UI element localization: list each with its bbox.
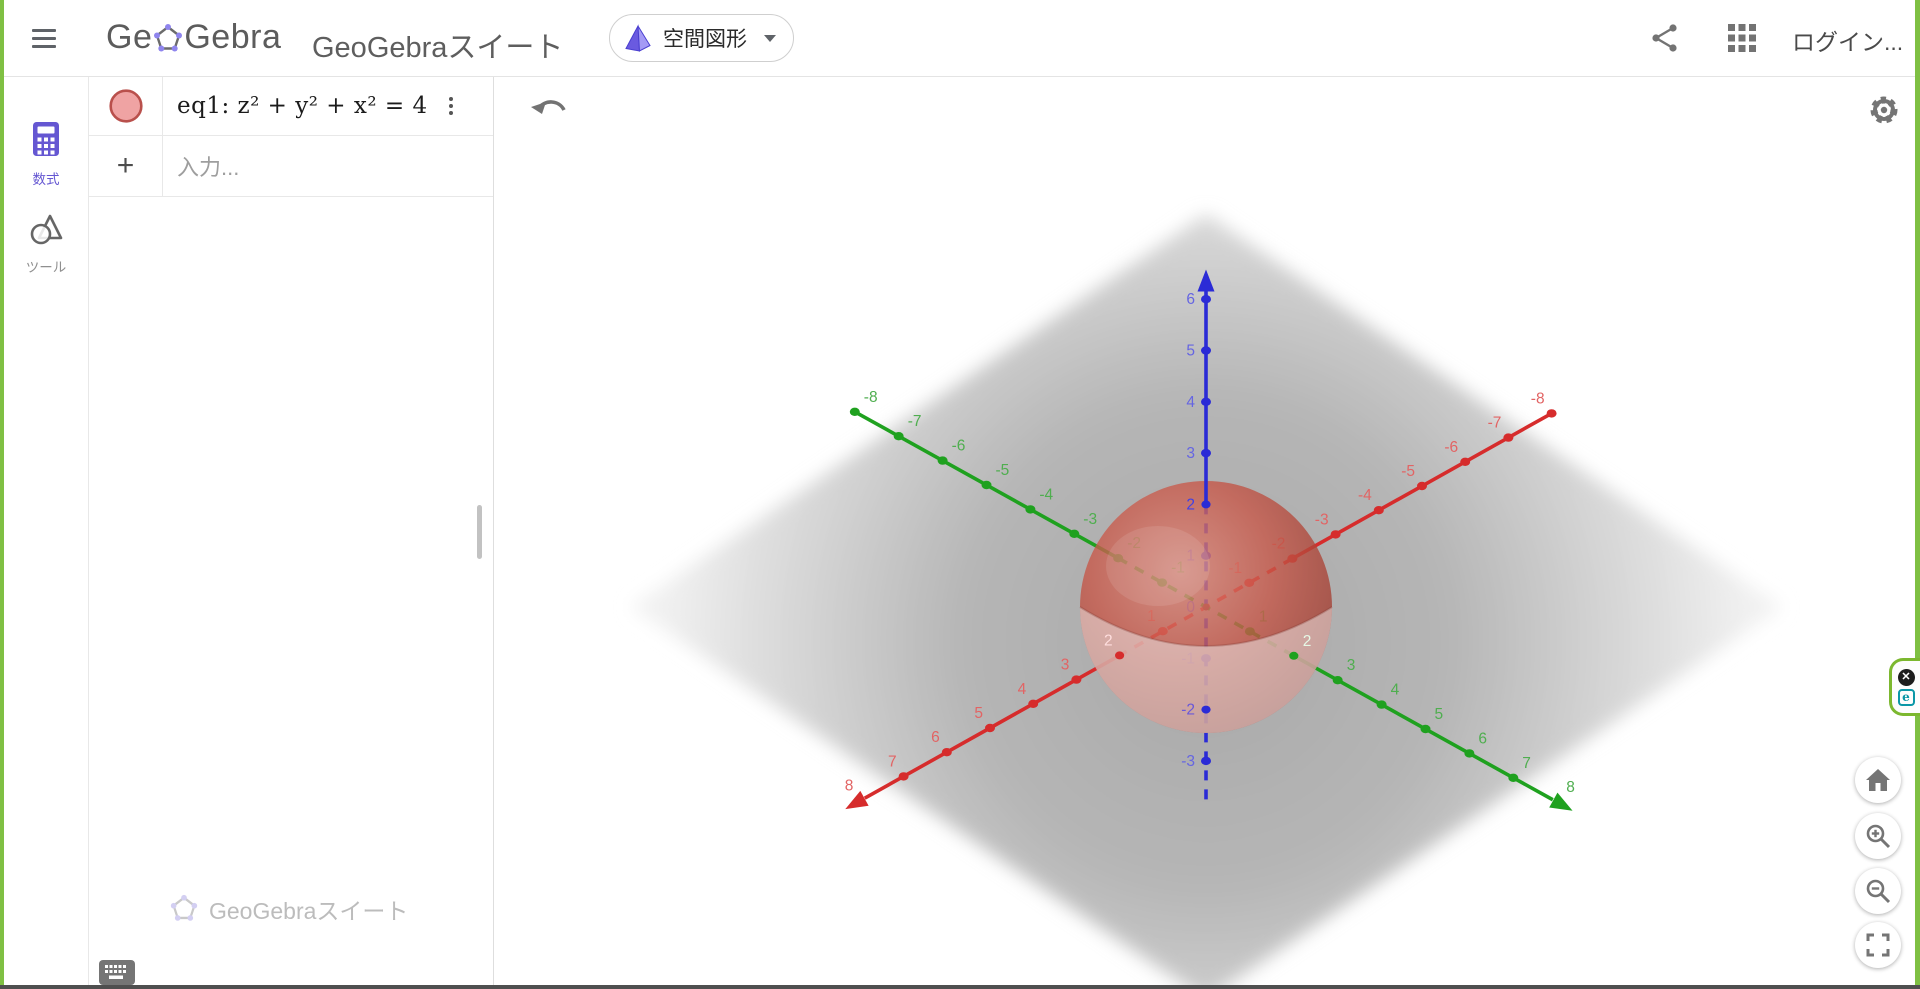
watermark-text: GeoGebraスイート — [209, 892, 408, 926]
fullscreen-button[interactable] — [1855, 922, 1901, 968]
svg-text:-8: -8 — [1531, 390, 1545, 407]
geogebra-logo[interactable]: Ge Gebra — [106, 18, 281, 57]
svg-text:4: 4 — [1391, 682, 1400, 699]
app-title: GeoGebraスイート — [312, 24, 563, 66]
3d-scene[interactable]: -8-7-6-5-4-3345678-8-7-6-5-4-3345678-2-1… — [494, 76, 1915, 985]
svg-text:-6: -6 — [1444, 439, 1458, 456]
app-header: Ge Gebra GeoGebraスイート 空間図形 — [0, 0, 1920, 77]
eset-frame-left — [0, 0, 4, 985]
logo-text-prefix: Ge — [106, 18, 152, 57]
algebra-input-placeholder[interactable]: 入力... — [177, 150, 239, 182]
share-button[interactable] — [1650, 22, 1680, 57]
graphics-3d-view[interactable]: -8-7-6-5-4-3345678-8-7-6-5-4-3345678-2-1… — [494, 76, 1915, 985]
calculator-icon — [29, 120, 63, 160]
svg-text:-3: -3 — [1083, 511, 1097, 528]
scrollbar-thumb[interactable] — [477, 505, 482, 559]
rail-item-tools[interactable]: ツール — [4, 212, 88, 276]
pentagon-logo-icon — [153, 22, 183, 56]
settings-button[interactable] — [1860, 90, 1902, 132]
svg-text:-3: -3 — [1181, 753, 1195, 770]
svg-text:5: 5 — [1186, 343, 1195, 360]
svg-text:8: 8 — [1566, 779, 1575, 796]
hamburger-menu-icon — [32, 29, 56, 32]
svg-text:6: 6 — [1478, 730, 1487, 747]
add-expression-button[interactable]: + — [117, 151, 135, 181]
svg-text:4: 4 — [1186, 394, 1195, 411]
apps-grid-button[interactable] — [1727, 23, 1757, 56]
undo-button[interactable] — [522, 90, 568, 132]
geometry-tools-icon — [28, 212, 64, 248]
svg-text:3: 3 — [1186, 445, 1195, 462]
eset-banking-badge[interactable]: ✕ e — [1889, 658, 1920, 716]
svg-text:-5: -5 — [996, 462, 1010, 479]
svg-text:5: 5 — [1435, 706, 1444, 723]
home-icon — [1865, 768, 1891, 792]
expression-text: eq1: z² + y² + x² = 4 — [177, 93, 428, 119]
left-rail: 数式 ツール — [4, 76, 88, 985]
perspective-label: 空間図形 — [663, 23, 747, 53]
rail-item-algebra[interactable]: 数式 — [4, 120, 88, 188]
fullscreen-icon — [1866, 933, 1890, 957]
svg-text:3: 3 — [1347, 657, 1356, 674]
zoom-in-icon — [1865, 823, 1891, 849]
row-menu-button[interactable] — [445, 90, 457, 122]
zoom-in-button[interactable] — [1855, 813, 1901, 859]
keyboard-icon — [104, 964, 130, 981]
svg-text:3: 3 — [1061, 657, 1070, 674]
svg-text:6: 6 — [1186, 291, 1195, 308]
svg-text:2: 2 — [1104, 632, 1113, 649]
geogebra-watermark-icon — [169, 893, 199, 925]
zoom-out-icon — [1865, 878, 1891, 904]
geogebra-watermark: GeoGebraスイート — [169, 892, 408, 926]
window-bottom-edge — [0, 985, 1920, 989]
perspective-switcher[interactable]: 空間図形 — [609, 14, 794, 62]
eset-close-icon[interactable]: ✕ — [1898, 669, 1915, 686]
virtual-keyboard-button[interactable] — [99, 960, 135, 985]
svg-text:4: 4 — [1018, 681, 1027, 698]
svg-text:-8: -8 — [864, 389, 878, 406]
share-icon — [1650, 22, 1680, 54]
algebra-panel: eq1: z² + y² + x² = 4 + 入力... GeoGebraスイ… — [88, 76, 494, 985]
svg-text:5: 5 — [974, 705, 983, 722]
svg-text:8: 8 — [845, 778, 854, 795]
settings-gear-icon — [1866, 92, 1902, 128]
algebra-row[interactable]: eq1: z² + y² + x² = 4 — [89, 76, 493, 136]
svg-text:-4: -4 — [1358, 487, 1372, 504]
svg-text:2: 2 — [1186, 496, 1195, 513]
chevron-down-icon — [763, 34, 777, 43]
eset-logo-icon: e — [1898, 689, 1915, 706]
object-visibility-marble[interactable] — [108, 88, 144, 124]
algebra-input-row[interactable]: + 入力... — [89, 136, 493, 197]
main-menu-button[interactable] — [32, 27, 58, 49]
svg-text:-2: -2 — [1181, 702, 1195, 719]
login-button[interactable]: ログイン... — [1786, 22, 1909, 58]
logo-text-suffix: Gebra — [184, 18, 281, 57]
svg-text:7: 7 — [888, 753, 897, 770]
home-view-button[interactable] — [1855, 757, 1901, 803]
svg-text:7: 7 — [1522, 755, 1531, 772]
apps-grid-icon — [1727, 23, 1757, 53]
svg-text:-7: -7 — [908, 413, 922, 430]
undo-icon — [528, 92, 570, 128]
svg-text:-3: -3 — [1315, 511, 1329, 528]
rail-item-label: ツール — [4, 256, 88, 276]
rail-item-label: 数式 — [4, 168, 88, 188]
svg-text:-4: -4 — [1039, 486, 1053, 503]
svg-text:2: 2 — [1303, 633, 1312, 650]
svg-text:-5: -5 — [1401, 463, 1415, 480]
eset-frame-right — [1915, 0, 1920, 985]
zoom-out-button[interactable] — [1855, 868, 1901, 914]
svg-text:-6: -6 — [952, 438, 966, 455]
svg-text:6: 6 — [931, 729, 940, 746]
svg-text:-7: -7 — [1488, 415, 1502, 432]
pyramid-3d-icon — [623, 23, 653, 53]
